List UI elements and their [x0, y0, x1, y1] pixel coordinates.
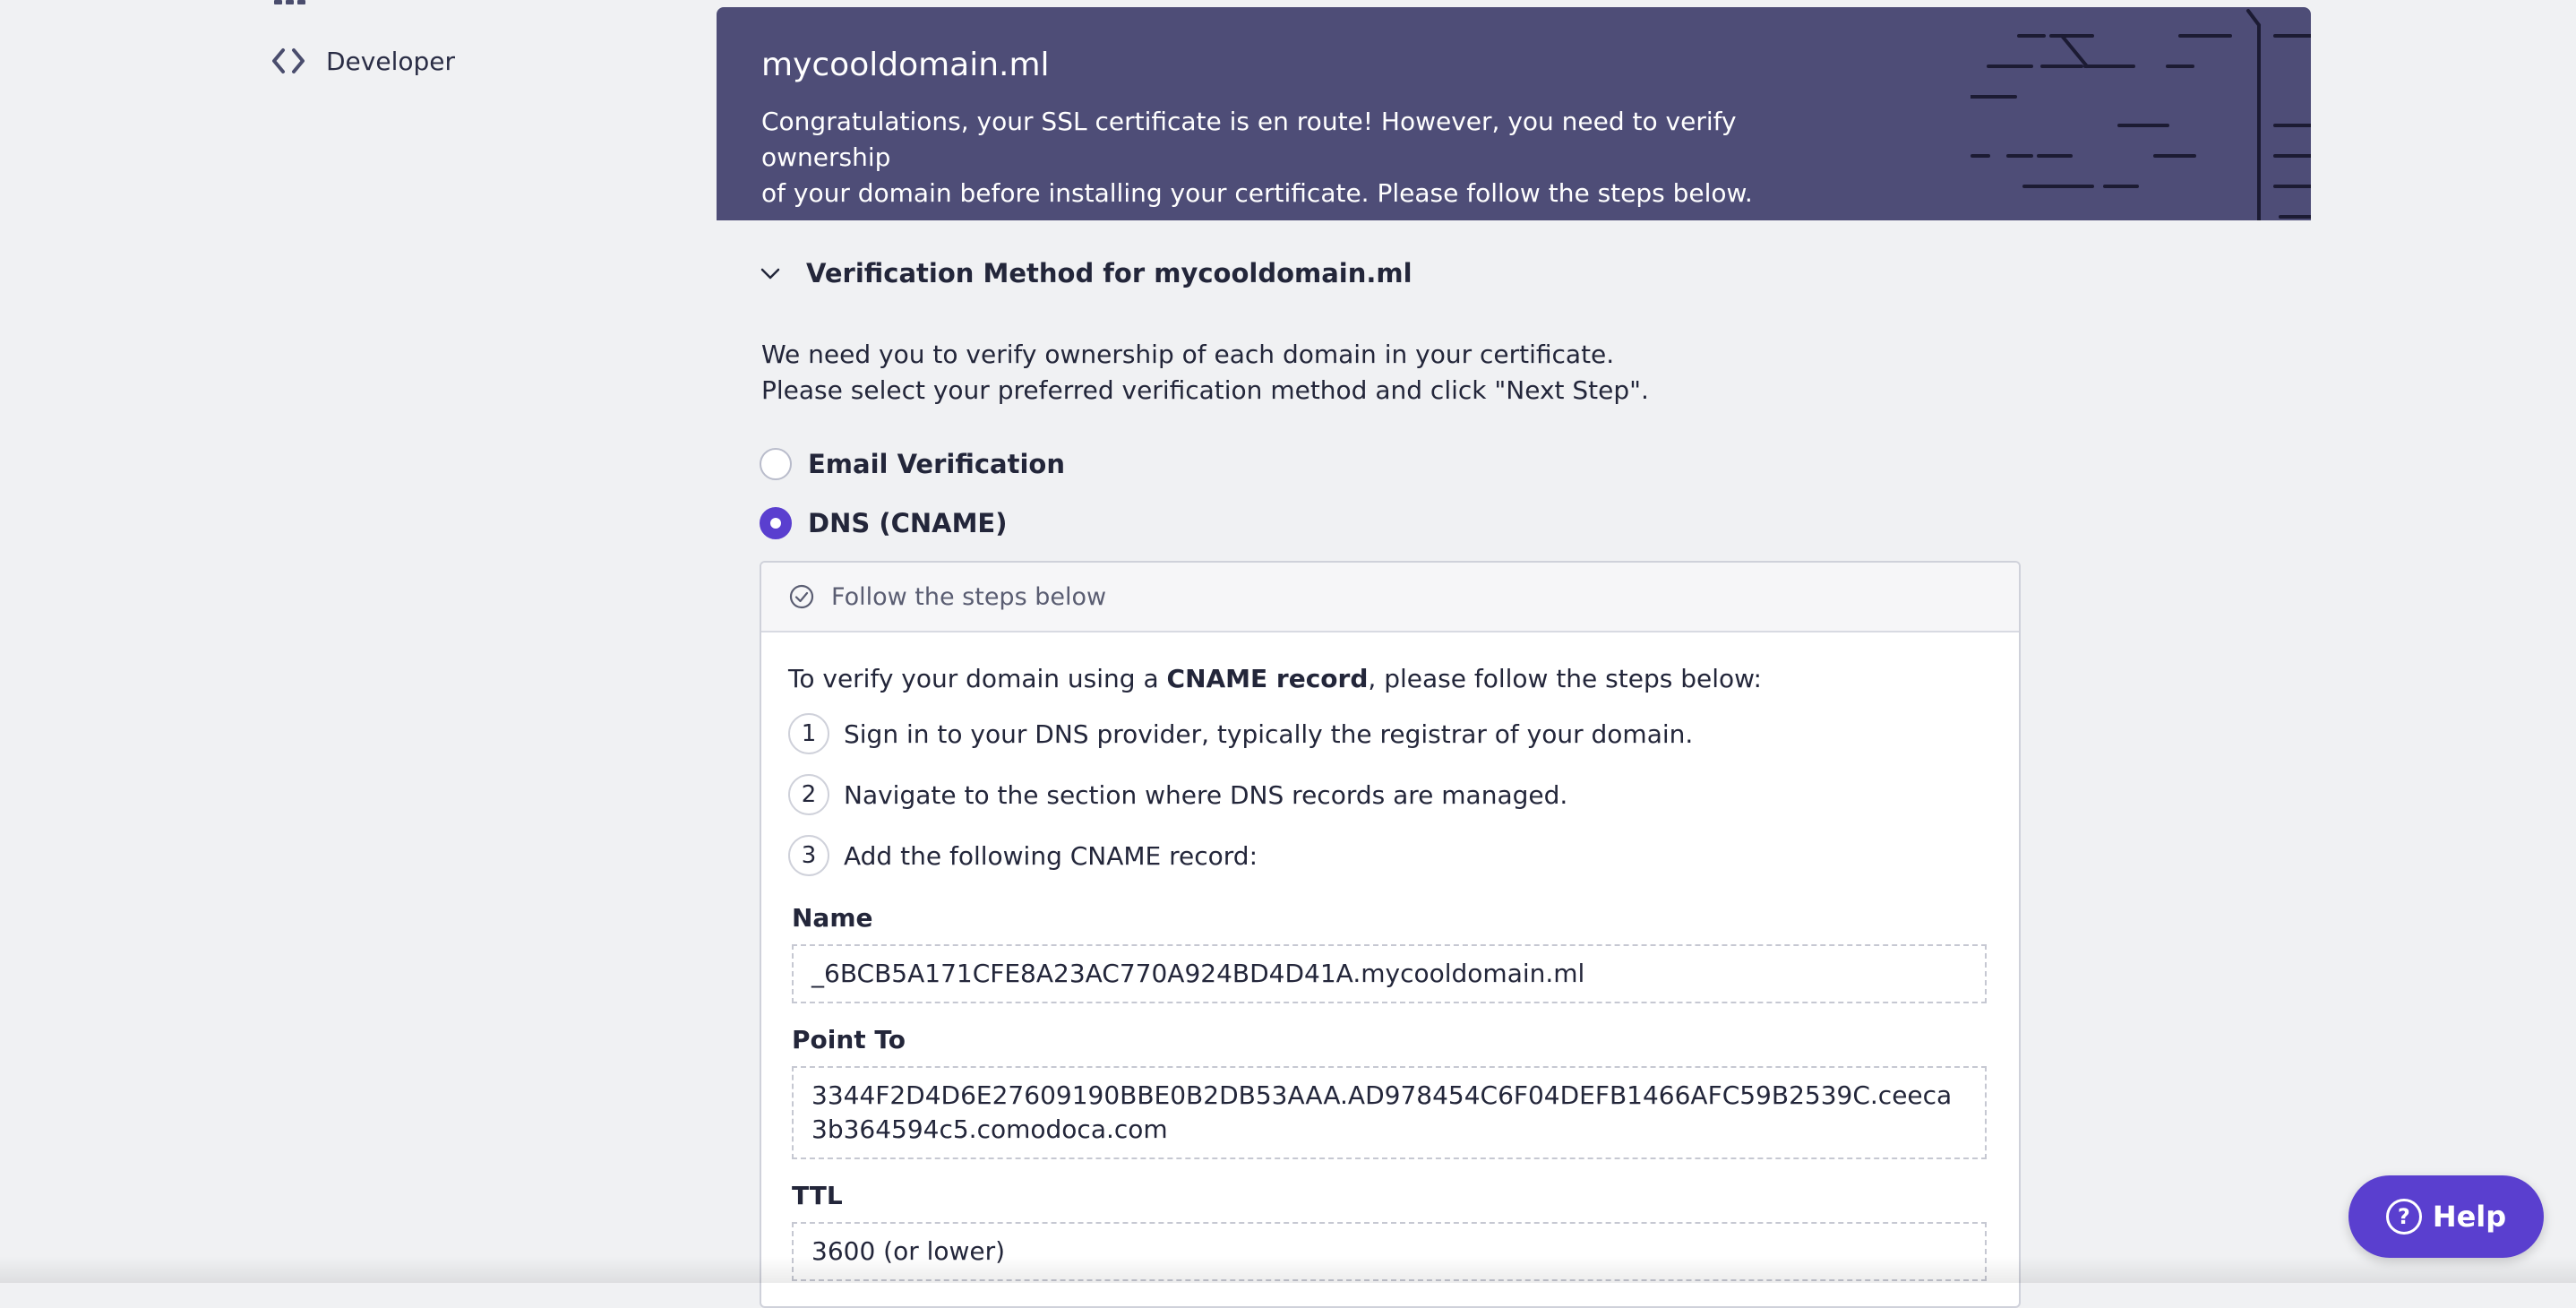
name-value-field[interactable]: _6BCB5A171CFE8A23AC770A924BD4D41A.mycool…	[792, 944, 1987, 1003]
steps-lead: To verify your domain using a CNAME reco…	[788, 661, 1762, 697]
main-content: mycooldomain.ml Congratulations, your SS…	[717, 7, 2311, 1308]
step-number: 2	[788, 774, 829, 815]
help-button[interactable]: ? Help	[2348, 1175, 2544, 1258]
lead-prefix: To verify your domain using a	[788, 664, 1167, 693]
step-item: 2 Navigate to the section where DNS reco…	[788, 774, 1567, 815]
option-label: DNS (CNAME)	[808, 508, 1008, 538]
lead-bold: CNAME record	[1166, 664, 1369, 693]
sidebar: Developer	[0, 0, 708, 1283]
lead-suffix: , please follow the steps below:	[1368, 664, 1762, 693]
domain-banner: mycooldomain.ml Congratulations, your SS…	[717, 7, 2311, 220]
step-text: Sign in to your DNS provider, typically …	[844, 719, 1694, 749]
question-circle-icon: ?	[2385, 1199, 2422, 1235]
radio-unchecked-icon[interactable]	[760, 448, 792, 480]
banner-message-line: of your domain before installing your ce…	[761, 178, 1753, 208]
dns-cname-option[interactable]: DNS (CNAME)	[760, 507, 1008, 539]
banner-decoration-icon	[1971, 9, 2311, 220]
email-verification-option[interactable]: Email Verification	[760, 448, 1065, 480]
step-text: Add the following CNAME record:	[844, 840, 1258, 871]
banner-title: mycooldomain.ml	[761, 47, 1050, 83]
help-label: Help	[2432, 1200, 2507, 1234]
banner-message: Congratulations, your SSL certificate is…	[761, 104, 1863, 211]
radio-checked-icon[interactable]	[760, 507, 792, 539]
step-item: 3 Add the following CNAME record:	[788, 835, 1258, 876]
point-to-field-label: Point To	[792, 1025, 906, 1054]
sidebar-item-icon-fragment	[274, 0, 308, 5]
name-field-label: Name	[792, 903, 873, 933]
ttl-value-field[interactable]: 3600 (or lower)	[792, 1222, 1987, 1281]
banner-message-line: Congratulations, your SSL certificate is…	[761, 107, 1737, 172]
intro-line: We need you to verify ownership of each …	[761, 340, 1615, 369]
step-item: 1 Sign in to your DNS provider, typicall…	[788, 713, 1693, 754]
sidebar-item-label: Developer	[326, 46, 456, 76]
steps-header-label: Follow the steps below	[831, 582, 1107, 611]
option-label: Email Verification	[808, 449, 1065, 479]
step-text: Navigate to the section where DNS record…	[844, 779, 1568, 810]
verification-section-toggle[interactable]: Verification Method for mycooldomain.ml	[760, 258, 1413, 288]
steps-panel-header: Follow the steps below	[761, 563, 2019, 632]
chevron-down-icon	[760, 268, 780, 280]
cname-steps-panel: Follow the steps below To verify your do…	[760, 561, 2021, 1308]
intro-line: Please select your preferred verificatio…	[761, 375, 1649, 405]
check-circle-icon	[789, 584, 814, 609]
ttl-field-label: TTL	[792, 1181, 843, 1210]
sidebar-item-developer[interactable]: Developer	[269, 41, 455, 81]
step-number: 1	[788, 713, 829, 754]
point-to-value-field[interactable]: 3344F2D4D6E27609190BBE0B2DB53AAA.AD97845…	[792, 1066, 1987, 1159]
verification-intro: We need you to verify ownership of each …	[761, 337, 1649, 409]
step-number: 3	[788, 835, 829, 876]
section-title: Verification Method for mycooldomain.ml	[806, 258, 1413, 288]
code-brackets-icon	[269, 41, 308, 81]
